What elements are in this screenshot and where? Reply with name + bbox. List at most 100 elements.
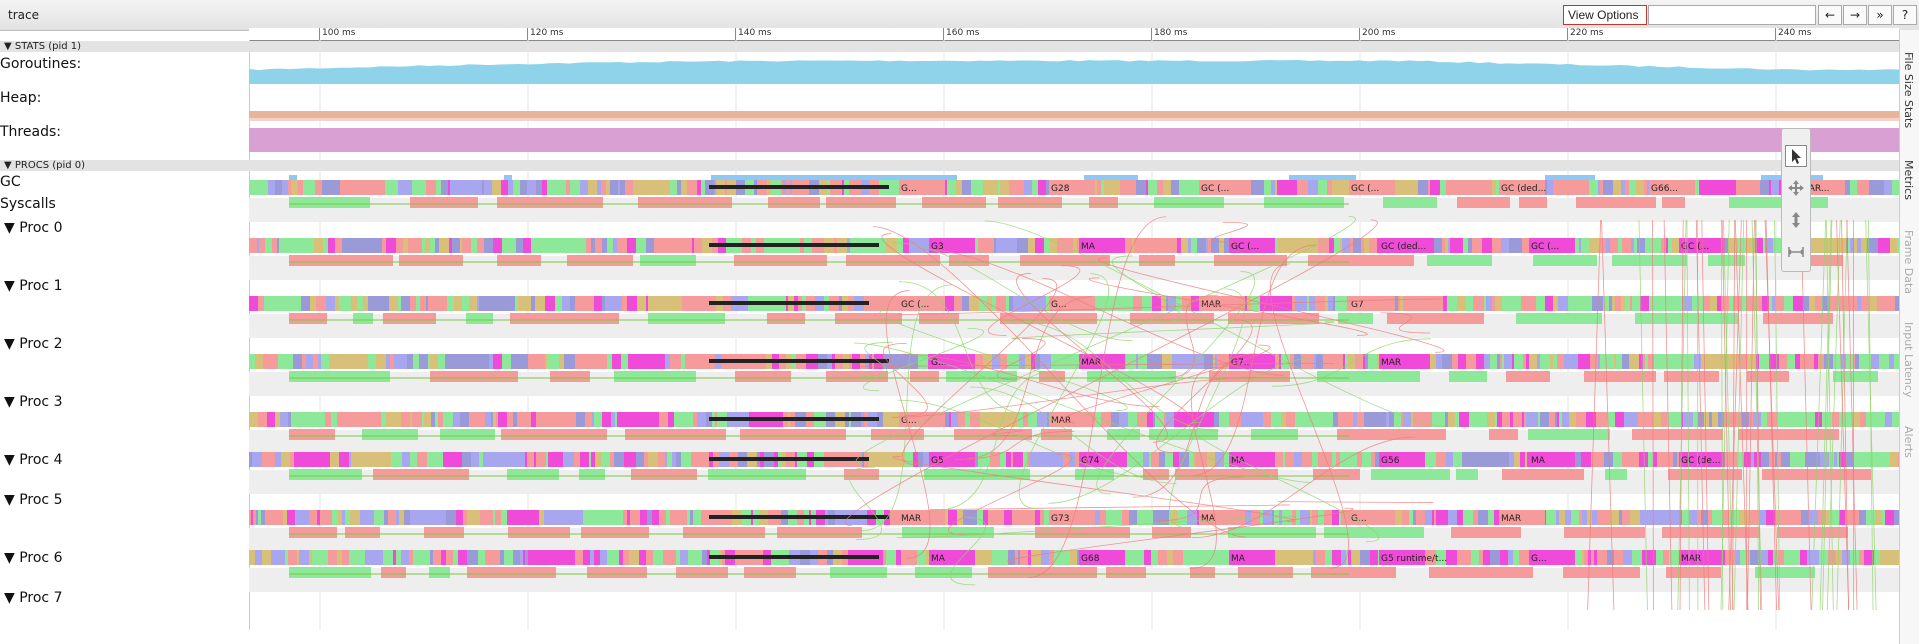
goroutine-slice xyxy=(1869,238,1878,253)
goroutine-slice xyxy=(692,238,694,253)
stats-section-header[interactable]: ▼ STATS (pid 1) xyxy=(0,41,1899,52)
more-button[interactable]: » xyxy=(1868,5,1892,25)
proc-0-label[interactable]: ▼ Proc 0 xyxy=(4,220,62,236)
tab-metrics[interactable]: Metrics xyxy=(1902,160,1915,200)
goroutine-slice xyxy=(1859,354,1864,369)
goroutine-slice xyxy=(376,354,386,369)
goroutine-slice xyxy=(1550,354,1553,369)
goroutine-slice xyxy=(1584,550,1588,565)
goroutine-slice xyxy=(1790,452,1795,467)
goroutine-slice xyxy=(399,510,404,525)
timing-icon[interactable] xyxy=(1785,241,1807,263)
goroutine-slice xyxy=(393,550,396,565)
procs-section-header[interactable]: ▼ PROCS (pid 0) xyxy=(0,160,1899,171)
goroutine-slice xyxy=(326,296,335,311)
goroutine-slice xyxy=(1490,550,1500,565)
goroutine-slice xyxy=(454,296,462,311)
goroutine-slice xyxy=(611,412,615,427)
goroutine-slice xyxy=(452,238,460,253)
tab-alerts[interactable]: Alerts xyxy=(1902,426,1915,458)
goroutine-slice xyxy=(1892,180,1898,195)
sub-slice xyxy=(614,371,696,382)
goroutine-slice xyxy=(1871,354,1879,369)
goroutine-slice xyxy=(590,550,594,565)
tab-frame-data[interactable]: Frame Data xyxy=(1902,230,1915,294)
goroutine-slice xyxy=(1610,238,1618,253)
goroutine-slice xyxy=(297,550,299,565)
goroutine-slice xyxy=(1509,238,1513,253)
goroutine-slice xyxy=(1351,550,1360,565)
pan-icon[interactable] xyxy=(1785,177,1807,199)
goroutine-slice xyxy=(1344,296,1347,311)
goroutine-slice xyxy=(1880,550,1899,565)
goroutine-slice xyxy=(690,510,693,525)
goroutine-slice xyxy=(1749,510,1759,525)
goroutine-slice xyxy=(1452,354,1458,369)
goroutine-slice xyxy=(493,550,500,565)
goroutine-slice xyxy=(428,296,432,311)
goroutine-slice xyxy=(624,452,629,467)
zoom-icon[interactable] xyxy=(1785,209,1807,231)
goroutine-slice xyxy=(268,180,275,195)
proc-4-label[interactable]: ▼ Proc 4 xyxy=(4,452,62,468)
goroutine-slice xyxy=(1742,296,1747,311)
goroutine-slice xyxy=(398,180,404,195)
proc-3-label[interactable]: ▼ Proc 3 xyxy=(4,394,62,410)
next-result-button[interactable]: → xyxy=(1843,5,1867,25)
goroutine-slice xyxy=(389,296,398,311)
goroutine-slice xyxy=(1557,354,1564,369)
sub-slice xyxy=(501,429,607,440)
goroutine-slice xyxy=(1475,296,1484,311)
goroutine-slice xyxy=(1297,180,1302,195)
slice-label: G28 xyxy=(1051,184,1070,194)
timeline-svg[interactable]: GCGCGCGCG...G28GC (...GC (...GC (ded...G… xyxy=(249,40,1899,630)
goroutine-slice xyxy=(695,180,697,195)
goroutine-slice xyxy=(493,354,502,369)
proc-5-label[interactable]: ▼ Proc 5 xyxy=(4,492,62,508)
goroutine-slice xyxy=(692,550,702,565)
timeline-area[interactable]: GCGCGCGCG...G28GC (...GC (...GC (ded...G… xyxy=(249,40,1899,630)
goroutine-slice xyxy=(951,412,958,427)
goroutine-slice xyxy=(439,296,441,311)
goroutine-slice xyxy=(1315,296,1325,311)
search-input[interactable] xyxy=(1648,5,1816,25)
goroutine-slice xyxy=(267,412,275,427)
goroutine-slice xyxy=(1364,238,1369,253)
sub-slice xyxy=(510,313,619,324)
goroutine-slice xyxy=(275,180,282,195)
goroutine-slice xyxy=(1800,354,1804,369)
goroutine-slice xyxy=(1183,550,1188,565)
sub-slice xyxy=(1313,469,1360,480)
goroutine-slice xyxy=(1501,238,1509,253)
goroutine-slice xyxy=(1023,452,1027,467)
goroutine-slice xyxy=(262,550,271,565)
goroutine-slice xyxy=(484,238,486,253)
goroutine-slice xyxy=(413,354,419,369)
tab-input-latency[interactable]: Input Latency xyxy=(1902,322,1915,397)
prev-result-button[interactable]: ← xyxy=(1818,5,1842,25)
goroutine-slice xyxy=(583,550,590,565)
goroutine-slice xyxy=(1458,354,1466,369)
goroutine-slice xyxy=(1637,238,1645,253)
slice-label: GC (ded... xyxy=(1501,184,1546,194)
help-button[interactable]: ? xyxy=(1893,5,1917,25)
view-options-button[interactable]: View Options xyxy=(1563,5,1647,25)
goroutine-slice xyxy=(1254,412,1263,427)
goroutine-slice xyxy=(1286,180,1293,195)
goroutine-slice xyxy=(1152,296,1161,311)
select-icon[interactable] xyxy=(1785,145,1807,167)
proc-2-label[interactable]: ▼ Proc 2 xyxy=(4,336,62,352)
proc-1-label[interactable]: ▼ Proc 1 xyxy=(4,278,62,294)
goroutine-slice xyxy=(504,550,508,565)
goroutine-slice xyxy=(1708,510,1712,525)
slice-label: G... xyxy=(1531,554,1547,564)
goroutine-slice xyxy=(555,296,562,311)
goroutine-slice xyxy=(663,550,673,565)
proc-6-label[interactable]: ▼ Proc 6 xyxy=(4,550,62,566)
proc-7-label[interactable]: ▼ Proc 7 xyxy=(4,590,62,606)
tab-file-size-stats[interactable]: File Size Stats xyxy=(1902,52,1915,128)
goroutine-slice xyxy=(1348,550,1351,565)
goroutine-slice xyxy=(1575,296,1582,311)
goroutine-slice xyxy=(1582,510,1587,525)
goroutine-slice xyxy=(1615,412,1624,427)
